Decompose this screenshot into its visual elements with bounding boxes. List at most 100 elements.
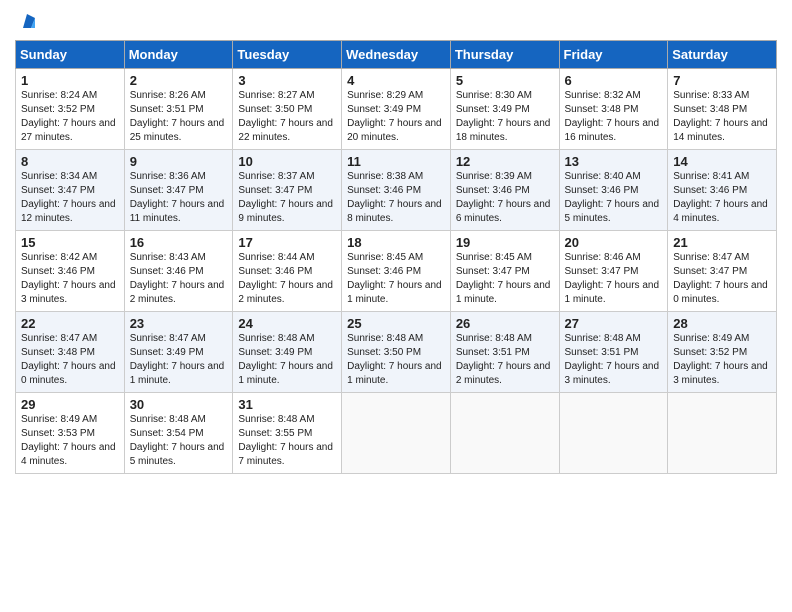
day-info: Sunrise: 8:47 AM Sunset: 3:49 PM Dayligh… — [130, 332, 228, 388]
day-info: Sunrise: 8:27 AM Sunset: 3:50 PM Dayligh… — [238, 89, 336, 145]
calendar-cell: 1 Sunrise: 8:24 AM Sunset: 3:52 PM Dayli… — [16, 69, 125, 150]
day-info: Sunrise: 8:45 AM Sunset: 3:47 PM Dayligh… — [456, 251, 554, 307]
day-info: Sunrise: 8:48 AM Sunset: 3:51 PM Dayligh… — [456, 332, 554, 388]
day-number: 14 — [673, 154, 771, 169]
day-of-week-header: Wednesday — [342, 41, 451, 69]
day-info: Sunrise: 8:41 AM Sunset: 3:46 PM Dayligh… — [673, 170, 771, 226]
day-info: Sunrise: 8:43 AM Sunset: 3:46 PM Dayligh… — [130, 251, 228, 307]
day-info: Sunrise: 8:45 AM Sunset: 3:46 PM Dayligh… — [347, 251, 445, 307]
calendar-cell — [559, 393, 668, 474]
calendar-week-row: 22 Sunrise: 8:47 AM Sunset: 3:48 PM Dayl… — [16, 312, 777, 393]
calendar-cell: 21 Sunrise: 8:47 AM Sunset: 3:47 PM Dayl… — [668, 231, 777, 312]
day-number: 30 — [130, 397, 228, 412]
day-number: 12 — [456, 154, 554, 169]
day-number: 8 — [21, 154, 119, 169]
day-number: 24 — [238, 316, 336, 331]
calendar-cell: 23 Sunrise: 8:47 AM Sunset: 3:49 PM Dayl… — [124, 312, 233, 393]
day-info: Sunrise: 8:49 AM Sunset: 3:52 PM Dayligh… — [673, 332, 771, 388]
day-number: 18 — [347, 235, 445, 250]
calendar-cell: 12 Sunrise: 8:39 AM Sunset: 3:46 PM Dayl… — [450, 150, 559, 231]
calendar-cell: 20 Sunrise: 8:46 AM Sunset: 3:47 PM Dayl… — [559, 231, 668, 312]
day-info: Sunrise: 8:32 AM Sunset: 3:48 PM Dayligh… — [565, 89, 663, 145]
calendar-cell: 26 Sunrise: 8:48 AM Sunset: 3:51 PM Dayl… — [450, 312, 559, 393]
calendar-cell: 27 Sunrise: 8:48 AM Sunset: 3:51 PM Dayl… — [559, 312, 668, 393]
day-number: 4 — [347, 73, 445, 88]
day-number: 7 — [673, 73, 771, 88]
day-number: 3 — [238, 73, 336, 88]
day-number: 23 — [130, 316, 228, 331]
calendar-cell: 31 Sunrise: 8:48 AM Sunset: 3:55 PM Dayl… — [233, 393, 342, 474]
calendar-cell — [668, 393, 777, 474]
day-number: 20 — [565, 235, 663, 250]
day-info: Sunrise: 8:46 AM Sunset: 3:47 PM Dayligh… — [565, 251, 663, 307]
day-of-week-header: Friday — [559, 41, 668, 69]
calendar-cell: 5 Sunrise: 8:30 AM Sunset: 3:49 PM Dayli… — [450, 69, 559, 150]
page-header — [15, 10, 777, 32]
day-info: Sunrise: 8:48 AM Sunset: 3:50 PM Dayligh… — [347, 332, 445, 388]
day-info: Sunrise: 8:33 AM Sunset: 3:48 PM Dayligh… — [673, 89, 771, 145]
calendar-cell — [342, 393, 451, 474]
day-info: Sunrise: 8:47 AM Sunset: 3:47 PM Dayligh… — [673, 251, 771, 307]
calendar-cell: 7 Sunrise: 8:33 AM Sunset: 3:48 PM Dayli… — [668, 69, 777, 150]
calendar-table: SundayMondayTuesdayWednesdayThursdayFrid… — [15, 40, 777, 474]
day-info: Sunrise: 8:40 AM Sunset: 3:46 PM Dayligh… — [565, 170, 663, 226]
day-number: 1 — [21, 73, 119, 88]
day-of-week-header: Saturday — [668, 41, 777, 69]
day-number: 22 — [21, 316, 119, 331]
calendar-cell: 28 Sunrise: 8:49 AM Sunset: 3:52 PM Dayl… — [668, 312, 777, 393]
day-info: Sunrise: 8:39 AM Sunset: 3:46 PM Dayligh… — [456, 170, 554, 226]
day-number: 31 — [238, 397, 336, 412]
day-number: 13 — [565, 154, 663, 169]
calendar-week-row: 8 Sunrise: 8:34 AM Sunset: 3:47 PM Dayli… — [16, 150, 777, 231]
day-number: 27 — [565, 316, 663, 331]
day-of-week-header: Sunday — [16, 41, 125, 69]
day-info: Sunrise: 8:42 AM Sunset: 3:46 PM Dayligh… — [21, 251, 119, 307]
day-info: Sunrise: 8:24 AM Sunset: 3:52 PM Dayligh… — [21, 89, 119, 145]
calendar-cell: 6 Sunrise: 8:32 AM Sunset: 3:48 PM Dayli… — [559, 69, 668, 150]
day-info: Sunrise: 8:36 AM Sunset: 3:47 PM Dayligh… — [130, 170, 228, 226]
day-number: 5 — [456, 73, 554, 88]
day-info: Sunrise: 8:48 AM Sunset: 3:51 PM Dayligh… — [565, 332, 663, 388]
calendar-cell: 11 Sunrise: 8:38 AM Sunset: 3:46 PM Dayl… — [342, 150, 451, 231]
calendar-cell: 2 Sunrise: 8:26 AM Sunset: 3:51 PM Dayli… — [124, 69, 233, 150]
calendar-cell: 9 Sunrise: 8:36 AM Sunset: 3:47 PM Dayli… — [124, 150, 233, 231]
calendar-cell: 16 Sunrise: 8:43 AM Sunset: 3:46 PM Dayl… — [124, 231, 233, 312]
calendar-week-row: 15 Sunrise: 8:42 AM Sunset: 3:46 PM Dayl… — [16, 231, 777, 312]
calendar-cell: 19 Sunrise: 8:45 AM Sunset: 3:47 PM Dayl… — [450, 231, 559, 312]
calendar-week-row: 1 Sunrise: 8:24 AM Sunset: 3:52 PM Dayli… — [16, 69, 777, 150]
day-number: 25 — [347, 316, 445, 331]
day-number: 16 — [130, 235, 228, 250]
day-number: 21 — [673, 235, 771, 250]
day-number: 11 — [347, 154, 445, 169]
calendar-cell: 4 Sunrise: 8:29 AM Sunset: 3:49 PM Dayli… — [342, 69, 451, 150]
calendar-header-row: SundayMondayTuesdayWednesdayThursdayFrid… — [16, 41, 777, 69]
calendar-week-row: 29 Sunrise: 8:49 AM Sunset: 3:53 PM Dayl… — [16, 393, 777, 474]
day-info: Sunrise: 8:26 AM Sunset: 3:51 PM Dayligh… — [130, 89, 228, 145]
calendar-cell: 8 Sunrise: 8:34 AM Sunset: 3:47 PM Dayli… — [16, 150, 125, 231]
day-number: 28 — [673, 316, 771, 331]
day-info: Sunrise: 8:38 AM Sunset: 3:46 PM Dayligh… — [347, 170, 445, 226]
calendar-cell: 15 Sunrise: 8:42 AM Sunset: 3:46 PM Dayl… — [16, 231, 125, 312]
calendar-cell: 14 Sunrise: 8:41 AM Sunset: 3:46 PM Dayl… — [668, 150, 777, 231]
day-number: 9 — [130, 154, 228, 169]
calendar-cell: 18 Sunrise: 8:45 AM Sunset: 3:46 PM Dayl… — [342, 231, 451, 312]
day-number: 26 — [456, 316, 554, 331]
day-of-week-header: Thursday — [450, 41, 559, 69]
day-info: Sunrise: 8:48 AM Sunset: 3:55 PM Dayligh… — [238, 413, 336, 469]
day-info: Sunrise: 8:48 AM Sunset: 3:49 PM Dayligh… — [238, 332, 336, 388]
day-number: 17 — [238, 235, 336, 250]
calendar-cell: 24 Sunrise: 8:48 AM Sunset: 3:49 PM Dayl… — [233, 312, 342, 393]
calendar-cell: 13 Sunrise: 8:40 AM Sunset: 3:46 PM Dayl… — [559, 150, 668, 231]
day-number: 29 — [21, 397, 119, 412]
day-of-week-header: Tuesday — [233, 41, 342, 69]
calendar-cell: 22 Sunrise: 8:47 AM Sunset: 3:48 PM Dayl… — [16, 312, 125, 393]
day-info: Sunrise: 8:37 AM Sunset: 3:47 PM Dayligh… — [238, 170, 336, 226]
day-info: Sunrise: 8:34 AM Sunset: 3:47 PM Dayligh… — [21, 170, 119, 226]
calendar-cell: 30 Sunrise: 8:48 AM Sunset: 3:54 PM Dayl… — [124, 393, 233, 474]
calendar-cell — [450, 393, 559, 474]
calendar-cell: 3 Sunrise: 8:27 AM Sunset: 3:50 PM Dayli… — [233, 69, 342, 150]
day-info: Sunrise: 8:47 AM Sunset: 3:48 PM Dayligh… — [21, 332, 119, 388]
logo-icon — [17, 10, 39, 32]
day-info: Sunrise: 8:30 AM Sunset: 3:49 PM Dayligh… — [456, 89, 554, 145]
calendar-cell: 29 Sunrise: 8:49 AM Sunset: 3:53 PM Dayl… — [16, 393, 125, 474]
